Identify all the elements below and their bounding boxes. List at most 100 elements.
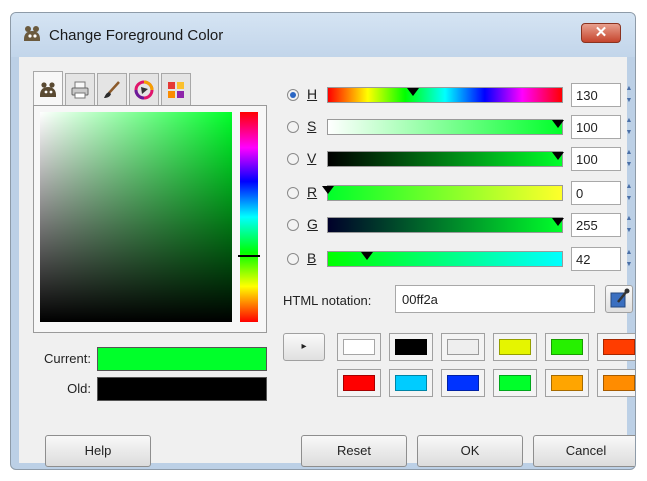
green-spin-arrows[interactable]: ▲ ▼ xyxy=(623,213,635,237)
blue-radio[interactable] xyxy=(287,253,299,265)
close-button[interactable]: ✕ xyxy=(581,23,621,43)
blue-spin-arrows[interactable]: ▲ ▼ xyxy=(623,247,635,271)
spin-up-icon[interactable]: ▲ xyxy=(623,83,635,95)
old-color-swatch xyxy=(97,377,267,401)
tab-watercolor[interactable] xyxy=(97,73,127,105)
green-slider[interactable] xyxy=(327,217,564,233)
hue-spin-arrows[interactable]: ▲ ▼ xyxy=(623,83,635,107)
old-color-label: Old: xyxy=(67,381,91,396)
hue-radio[interactable] xyxy=(287,89,299,101)
html-notation-input[interactable]: 00ff2a xyxy=(395,285,595,313)
saturation-slider[interactable] xyxy=(327,119,564,135)
palette-icon xyxy=(168,81,184,98)
hue-spinbox[interactable]: 130 xyxy=(571,83,621,107)
blue-value: 42 xyxy=(576,252,591,267)
green-value: 255 xyxy=(576,218,598,233)
green-label: G xyxy=(307,216,318,232)
spin-up-icon[interactable]: ▲ xyxy=(623,147,635,159)
history-swatch[interactable] xyxy=(545,369,589,397)
tab-cmyk[interactable] xyxy=(65,73,95,105)
value-slider-handle[interactable] xyxy=(552,152,564,160)
saturation-spin-arrows[interactable]: ▲ ▼ xyxy=(623,115,635,139)
tab-palette[interactable] xyxy=(161,73,191,105)
red-slider[interactable] xyxy=(322,185,563,201)
spin-down-icon[interactable]: ▼ xyxy=(623,95,635,107)
red-value: 0 xyxy=(576,186,584,201)
paintbrush-icon xyxy=(104,80,120,98)
hue-value: 130 xyxy=(576,88,598,103)
history-add-button[interactable]: ▸ xyxy=(283,333,325,361)
history-swatch[interactable] xyxy=(597,369,635,397)
saturation-slider-handle[interactable] xyxy=(552,120,564,128)
current-color-label: Current: xyxy=(44,351,91,366)
history-swatch[interactable] xyxy=(337,369,381,397)
blue-slider[interactable] xyxy=(327,251,563,267)
red-radio[interactable] xyxy=(287,187,299,199)
spin-down-icon[interactable]: ▼ xyxy=(623,225,635,237)
history-swatch[interactable] xyxy=(389,333,433,361)
history-swatch[interactable] xyxy=(441,369,485,397)
history-swatch[interactable] xyxy=(545,333,589,361)
html-notation-value: 00ff2a xyxy=(402,292,438,307)
value-slider[interactable] xyxy=(327,151,564,167)
value-spinbox[interactable]: 100 xyxy=(571,147,621,171)
eyedropper-icon xyxy=(610,288,630,308)
spin-down-icon[interactable]: ▼ xyxy=(623,127,635,139)
blue-spinbox[interactable]: 42 xyxy=(571,247,621,271)
cancel-button[interactable]: Cancel xyxy=(533,435,635,467)
spin-down-icon[interactable]: ▼ xyxy=(623,193,635,205)
history-swatch[interactable] xyxy=(493,333,537,361)
dialog-window: Change Foreground Color ✕ Current: Old: … xyxy=(10,12,636,470)
color-picker-button[interactable] xyxy=(605,285,633,313)
hue-slider[interactable] xyxy=(327,87,563,103)
gimp-wilber-icon xyxy=(40,81,56,97)
spin-down-icon[interactable]: ▼ xyxy=(623,259,635,271)
green-spinbox[interactable]: 255 xyxy=(571,213,621,237)
tab-wheel[interactable] xyxy=(129,73,159,105)
spin-down-icon[interactable]: ▼ xyxy=(623,159,635,171)
slider-row-hue: H 130 ▲ ▼ xyxy=(281,83,632,109)
history-swatch[interactable] xyxy=(337,333,381,361)
spin-up-icon[interactable]: ▲ xyxy=(623,115,635,127)
history-swatch[interactable] xyxy=(441,333,485,361)
history-swatch[interactable] xyxy=(493,369,537,397)
slider-row-saturation: S 100 ▲ ▼ xyxy=(281,115,632,141)
spin-up-icon[interactable]: ▲ xyxy=(623,247,635,259)
red-spin-arrows[interactable]: ▲ ▼ xyxy=(623,181,635,205)
value-radio[interactable] xyxy=(287,153,299,165)
history-swatch[interactable] xyxy=(597,333,635,361)
value-spin-arrows[interactable]: ▲ ▼ xyxy=(623,147,635,171)
hue-strip-marker[interactable] xyxy=(238,255,260,257)
current-color-swatch xyxy=(97,347,267,371)
title-bar: Change Foreground Color ✕ xyxy=(11,13,635,57)
ok-button[interactable]: OK xyxy=(417,435,523,467)
red-label: R xyxy=(307,184,318,200)
blue-slider-handle[interactable] xyxy=(361,252,373,260)
dialog-title: Change Foreground Color xyxy=(49,27,224,44)
reset-button[interactable]: Reset xyxy=(301,435,407,467)
html-notation-label: HTML notation: xyxy=(283,293,372,308)
slider-row-red: R 0 ▲ ▼ xyxy=(281,181,632,207)
red-spinbox[interactable]: 0 xyxy=(571,181,621,205)
dialog-body: Current: Old: H 130 ▲ ▼ S 100 ▲ ▼ V 100 … xyxy=(19,57,635,467)
red-slider-handle[interactable] xyxy=(322,186,334,194)
green-slider-handle[interactable] xyxy=(552,218,564,226)
hue-strip[interactable] xyxy=(240,112,258,322)
help-button[interactable]: Help xyxy=(45,435,151,467)
green-radio[interactable] xyxy=(287,219,299,231)
history-swatch[interactable] xyxy=(389,369,433,397)
saturation-radio[interactable] xyxy=(287,121,299,133)
saturation-value-area[interactable] xyxy=(40,112,232,322)
saturation-label: S xyxy=(307,118,317,134)
gimp-wilber-icon xyxy=(24,26,40,41)
color-wheel-icon xyxy=(134,80,154,99)
saturation-value: 100 xyxy=(576,120,598,135)
spin-up-icon[interactable]: ▲ xyxy=(623,213,635,225)
tab-gimp-selector[interactable] xyxy=(33,71,63,107)
printer-icon xyxy=(71,81,89,98)
spin-up-icon[interactable]: ▲ xyxy=(623,181,635,193)
blue-label: B xyxy=(307,250,317,266)
slider-row-value: V 100 ▲ ▼ xyxy=(281,147,632,173)
hue-slider-handle[interactable] xyxy=(407,88,419,96)
saturation-spinbox[interactable]: 100 xyxy=(571,115,621,139)
